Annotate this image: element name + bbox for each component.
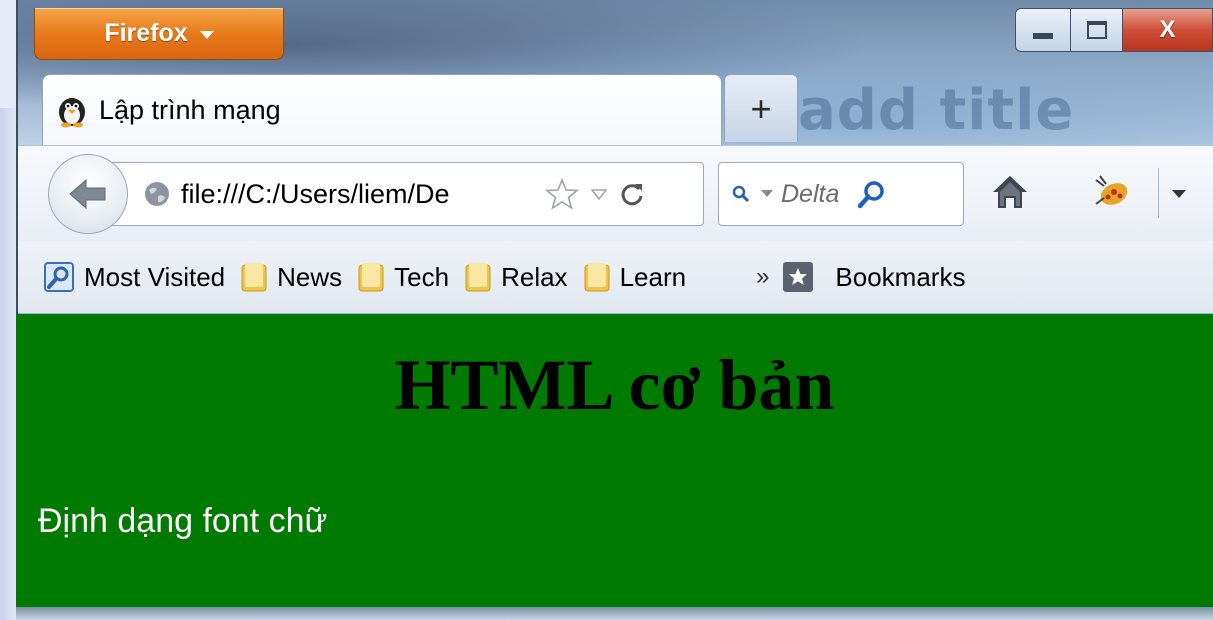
dropdown-arrow-icon[interactable]	[591, 188, 607, 200]
bookmark-folder-learn[interactable]: Learn	[584, 261, 687, 293]
minimize-icon	[1033, 33, 1053, 39]
bookmarks-menu-label: Bookmarks	[835, 261, 966, 292]
back-button[interactable]	[48, 154, 128, 234]
tab-title: Lập trình mạng	[99, 95, 281, 125]
background-title-ghost: add title	[798, 78, 1075, 143]
bookmarks-toolbar: Most Visited News Tech Relax Learn » Boo…	[18, 241, 1213, 314]
firefox-menu-label: Firefox	[104, 19, 188, 47]
new-tab-button[interactable]: +	[724, 74, 798, 142]
star-icon[interactable]	[545, 178, 579, 210]
page-heading: HTML cơ bản	[394, 345, 835, 425]
tab-active[interactable]: Lập trình mạng	[42, 74, 722, 146]
search-bar[interactable]: Delta	[718, 162, 964, 226]
firefox-menu-button[interactable]: Firefox	[34, 8, 284, 60]
toolbar-separator	[1158, 168, 1159, 218]
maximize-icon	[1086, 21, 1107, 39]
folder-icon	[241, 263, 267, 292]
chevron-down-icon	[761, 190, 773, 197]
bookmarks-menu-button[interactable]: Bookmarks	[783, 262, 965, 293]
bookmark-label: Learn	[619, 261, 687, 292]
maximize-button[interactable]	[1071, 8, 1123, 52]
chevron-down-icon	[199, 30, 214, 39]
page-paragraph: Định dạng font chữ	[38, 502, 328, 540]
bookmarks-star-icon	[783, 262, 814, 292]
home-icon[interactable]	[990, 172, 1030, 212]
search-placeholder: Delta	[781, 179, 840, 208]
bug-addon-icon[interactable]	[1090, 172, 1134, 212]
most-visited-icon	[44, 262, 74, 292]
search-engine-icon	[732, 185, 750, 203]
bookmark-folder-relax[interactable]: Relax	[465, 261, 568, 293]
url-bar[interactable]: file:///C:/Users/liem/De	[104, 162, 704, 226]
navigation-toolbar: file:///C:/Users/liem/De Delta	[18, 145, 1213, 242]
url-text: file:///C:/Users/liem/De	[181, 178, 450, 209]
back-arrow-icon	[69, 178, 106, 210]
url-bar-actions	[545, 178, 645, 210]
window-controls: X	[1015, 8, 1213, 52]
reload-icon[interactable]	[619, 181, 645, 207]
folder-icon	[584, 263, 610, 292]
bookmark-folder-news[interactable]: News	[241, 262, 342, 293]
minimize-button[interactable]	[1015, 8, 1071, 52]
folder-icon	[358, 263, 384, 292]
page-content: HTML cơ bản Định dạng font chữ	[16, 314, 1213, 607]
bookmarks-overflow-button[interactable]: »	[756, 263, 769, 291]
close-button[interactable]: X	[1123, 8, 1213, 52]
bookmark-folder-tech[interactable]: Tech	[358, 262, 449, 293]
globe-icon	[145, 182, 169, 206]
folder-icon	[465, 263, 491, 292]
penguin-favicon-icon	[55, 94, 89, 128]
bookmark-label: News	[277, 261, 343, 292]
close-icon: X	[1159, 16, 1176, 43]
bookmark-label: Most Visited	[84, 261, 226, 292]
bookmark-most-visited[interactable]: Most Visited	[44, 262, 225, 293]
slide-backdrop-left	[0, 108, 16, 620]
bookmark-label: Relax	[501, 261, 568, 292]
search-icon[interactable]	[857, 179, 887, 209]
menu-dropdown-icon[interactable]	[1172, 190, 1186, 198]
bookmark-label: Tech	[394, 261, 450, 292]
window-bottom-edge	[16, 607, 1213, 620]
